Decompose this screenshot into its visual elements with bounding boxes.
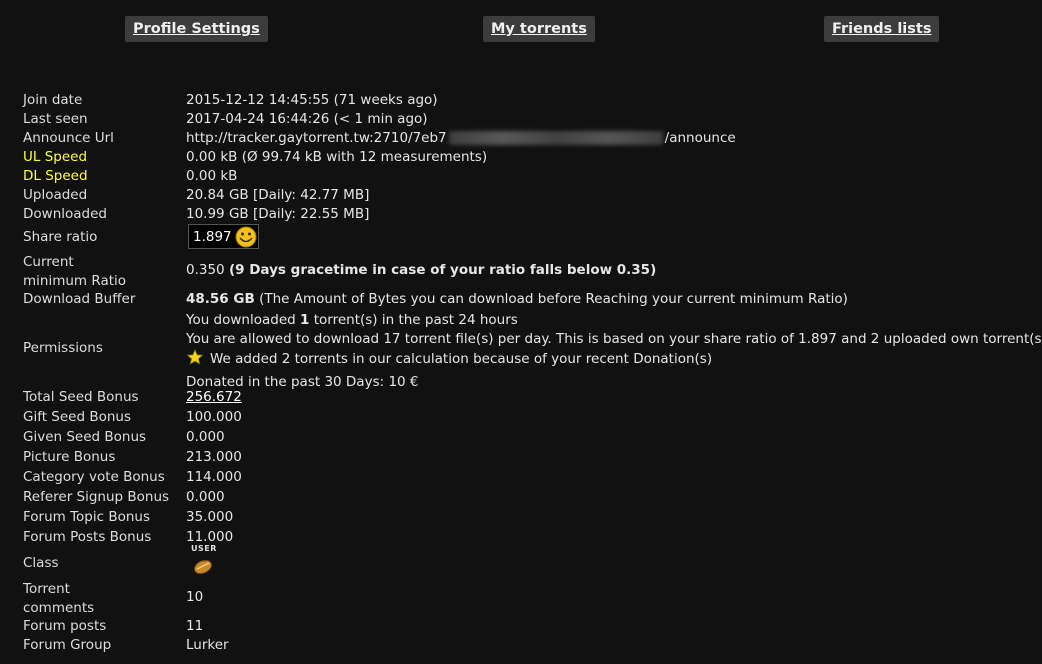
permissions-donation-text: We added 2 torrents in our calculation b… [210,351,713,367]
min-ratio-value: 0.350 (9 Days gracetime in case of your … [186,262,656,278]
downloaded-value: 10.99 GB [Daily: 22.55 MB] [186,206,370,222]
top-navigation: Profile Settings My torrents Friends lis… [0,0,1042,60]
download-buffer-amount: 48.56 GB [186,291,255,307]
permissions-donated-line: Donated in the past 30 Days: 10 € [186,374,419,390]
uploaded-value: 20.84 GB [Daily: 42.77 MB] [186,187,370,203]
forum-posts-value: 11 [186,618,204,634]
picture-bonus-value: 213.000 [186,449,242,465]
last-seen-value: 2017-04-24 16:44:26 (< 1 min ago) [186,111,428,127]
min-ratio-label-line2: minimum Ratio [23,273,127,289]
join-date-label: Join date [23,92,83,108]
total-seed-bonus-link[interactable]: 256.672 [186,389,242,405]
permissions-line1-pre: You downloaded [186,312,301,328]
category-vote-bonus-value: 114.000 [186,469,242,485]
join-date-value: 2015-12-12 14:45:55 (71 weeks ago) [186,92,438,108]
category-vote-bonus-label: Category vote Bonus [23,469,165,485]
permissions-donation-line: We added 2 torrents in our calculation b… [186,348,1042,371]
download-buffer-value: 48.56 GB (The Amount of Bytes you can do… [186,291,848,307]
announce-url-prefix: http://tracker.gaytorrent.tw:2710/7eb7 [186,130,447,146]
forum-posts-bonus-label: Forum Posts Bonus [23,529,152,545]
user-class-badge-text: USER [191,544,217,553]
share-ratio-label: Share ratio [23,229,98,245]
ul-speed-label: UL Speed [23,149,88,165]
announce-url-suffix: /announce [664,130,736,146]
forum-group-label: Forum Group [23,637,112,653]
permissions-download-count: 1 [300,312,310,328]
star-icon [186,348,204,371]
permissions-value: You downloaded 1 torrent(s) in the past … [186,311,1042,392]
referer-signup-bonus-label: Referer Signup Bonus [23,489,170,505]
permissions-line1-post: torrent(s) in the past 24 hours [309,312,518,328]
forum-posts-bonus-value: 11.000 [186,529,234,545]
min-ratio-label: Current minimum Ratio [23,253,126,291]
download-buffer-label: Download Buffer [23,291,136,307]
friends-lists-button[interactable]: Friends lists [824,16,940,42]
user-class-icon: USER [188,544,220,580]
referer-signup-bonus-value: 0.000 [186,489,225,505]
share-ratio-box: 1.897 [188,224,259,249]
min-ratio-note: (9 Days gracetime in case of your ratio … [228,262,657,278]
min-ratio-label-line1: Current [23,254,74,270]
total-seed-bonus-label: Total Seed Bonus [23,389,139,405]
dl-speed-label: DL Speed [23,168,88,184]
permissions-label: Permissions [23,340,103,356]
given-seed-bonus-label: Given Seed Bonus [23,429,147,445]
min-ratio-number: 0.350 [186,262,225,278]
picture-bonus-label: Picture Bonus [23,449,116,465]
forum-posts-label: Forum posts [23,618,107,634]
permissions-downloaded-line: You downloaded 1 torrent(s) in the past … [186,311,1042,330]
torrent-comments-label-line1: Torrent [23,581,70,597]
announce-url-label: Announce Url [23,130,114,146]
torrent-comments-label: Torrent comments [23,580,94,618]
uploaded-label: Uploaded [23,187,88,203]
gift-seed-bonus-label: Gift Seed Bonus [23,409,132,425]
forum-group-value: Lurker [186,637,229,653]
given-seed-bonus-value: 0.000 [186,429,225,445]
permissions-allowed-line: You are allowed to download 17 torrent f… [186,331,1042,347]
torrent-comments-label-line2: comments [23,600,95,616]
forum-topic-bonus-value: 35.000 [186,509,234,525]
smiley-icon [235,226,257,252]
last-seen-label: Last seen [23,111,88,127]
gift-seed-bonus-value: 100.000 [186,409,242,425]
announce-url-value: http://tracker.gaytorrent.tw:2710/7eb7/a… [186,130,736,146]
class-label: Class [23,555,59,571]
forum-topic-bonus-label: Forum Topic Bonus [23,509,151,525]
share-ratio-value: 1.897 [193,229,232,245]
download-buffer-note: (The Amount of Bytes you can download be… [259,291,848,307]
torrent-comments-value: 10 [186,589,204,605]
downloaded-label: Downloaded [23,206,107,222]
redacted-passkey [448,131,663,145]
my-torrents-button[interactable]: My torrents [483,16,595,42]
profile-settings-button[interactable]: Profile Settings [125,16,268,42]
ul-speed-value: 0.00 kB (Ø 99.74 kB with 12 measurements… [186,149,488,165]
dl-speed-value: 0.00 kB [186,168,238,184]
